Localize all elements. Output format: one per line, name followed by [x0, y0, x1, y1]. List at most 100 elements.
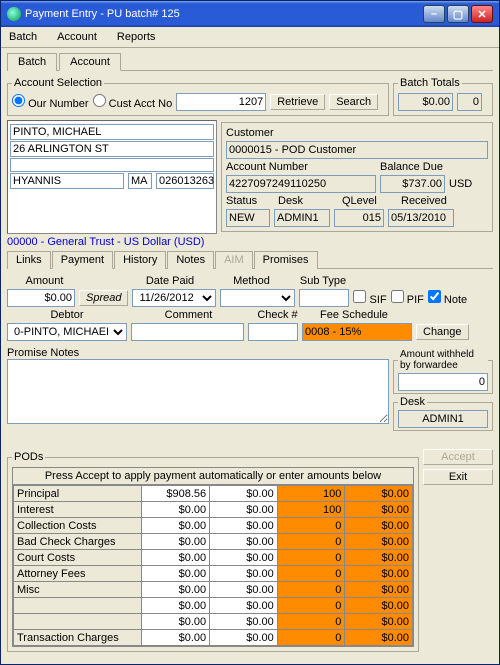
cust-acct-radio[interactable]: Cust Acct No: [93, 94, 173, 110]
withheld-input[interactable]: [398, 373, 488, 391]
tab-account[interactable]: Account: [59, 53, 121, 71]
window-title: Payment Entry - PU batch# 125: [25, 8, 423, 20]
minimize-button[interactable]: –: [423, 5, 445, 23]
pod-c2[interactable]: $0.00: [210, 534, 278, 550]
subtype-input[interactable]: [299, 289, 349, 307]
pod-c3[interactable]: 0: [277, 582, 345, 598]
pod-label: [14, 598, 142, 614]
pod-c3[interactable]: 0: [277, 614, 345, 630]
pod-c4[interactable]: $0.00: [345, 582, 413, 598]
pod-c4[interactable]: $0.00: [345, 534, 413, 550]
subtab-payment[interactable]: Payment: [52, 251, 113, 269]
subtab-history[interactable]: History: [114, 251, 166, 269]
amount-input[interactable]: [7, 289, 75, 307]
pod-c2[interactable]: $0.00: [210, 566, 278, 582]
pod-label: Court Costs: [14, 550, 142, 566]
pod-row: $0.00 $0.00 0 $0.00: [14, 614, 413, 630]
check-input[interactable]: [248, 323, 298, 341]
balance-value: [380, 175, 445, 193]
pod-c2[interactable]: $0.00: [210, 550, 278, 566]
menu-account[interactable]: Account: [53, 29, 101, 45]
amount-label: Amount: [7, 275, 82, 287]
pod-c3[interactable]: 0: [277, 630, 345, 646]
pod-c3[interactable]: 0: [277, 534, 345, 550]
debtor-zip: 026013263: [156, 173, 214, 189]
pod-label: Bad Check Charges: [14, 534, 142, 550]
pod-c3[interactable]: 100: [277, 486, 345, 502]
pod-c1: $0.00: [142, 598, 210, 614]
pod-c2[interactable]: $0.00: [210, 486, 278, 502]
subtab-links[interactable]: Links: [7, 251, 51, 269]
note-check[interactable]: Note: [428, 290, 467, 306]
pod-c4[interactable]: $0.00: [345, 566, 413, 582]
subtab-aim: AIM: [215, 251, 253, 269]
subtype-label: Sub Type: [293, 275, 353, 287]
desk-group-value: [398, 410, 488, 428]
pod-c3[interactable]: 0: [277, 550, 345, 566]
pod-c4[interactable]: $0.00: [345, 630, 413, 646]
menubar: Batch Account Reports: [1, 27, 499, 48]
pod-c4[interactable]: $0.00: [345, 518, 413, 534]
close-button[interactable]: ✕: [471, 5, 493, 23]
account-number-input[interactable]: [176, 93, 266, 111]
withheld-legend: Amount withheld by forwardee: [398, 349, 488, 371]
spread-button[interactable]: Spread: [79, 290, 128, 306]
pod-c2[interactable]: $0.00: [210, 518, 278, 534]
promise-notes-input[interactable]: [7, 359, 389, 424]
pod-c4[interactable]: $0.00: [345, 614, 413, 630]
change-button[interactable]: Change: [416, 324, 469, 340]
pod-c1: $0.00: [142, 502, 210, 518]
batch-totals-group: Batch Totals: [393, 77, 493, 116]
desk-label: Desk: [278, 195, 338, 207]
promise-notes-label: Promise Notes: [7, 347, 389, 359]
debtor-label: Debtor: [7, 309, 127, 321]
exit-button[interactable]: Exit: [423, 469, 493, 485]
pod-row: Interest $0.00 $0.00 100 $0.00: [14, 502, 413, 518]
our-number-radio[interactable]: Our Number: [12, 94, 89, 110]
search-button[interactable]: Search: [329, 94, 378, 110]
pod-c2[interactable]: $0.00: [210, 614, 278, 630]
account-selection-legend: Account Selection: [12, 77, 104, 89]
debtor-select[interactable]: 0-PINTO, MICHAEL: [7, 323, 127, 341]
pod-c3[interactable]: 0: [277, 598, 345, 614]
pod-c4[interactable]: $0.00: [345, 486, 413, 502]
datepaid-select[interactable]: 11/26/2012: [132, 289, 216, 307]
menu-reports[interactable]: Reports: [113, 29, 160, 45]
trust-link[interactable]: 00000 - General Trust - US Dollar (USD): [7, 236, 493, 248]
pod-c4[interactable]: $0.00: [345, 598, 413, 614]
accountnum-value: [226, 175, 376, 193]
pod-c2[interactable]: $0.00: [210, 502, 278, 518]
debtor-line3: [10, 158, 214, 172]
pod-c3[interactable]: 100: [277, 502, 345, 518]
debtor-address-box: PINTO, MICHAEL 26 ARLINGTON ST HYANNIS M…: [7, 120, 217, 234]
pods-header: Press Accept to apply payment automatica…: [13, 468, 413, 485]
comment-input[interactable]: [131, 323, 244, 341]
batch-totals-amount: [398, 93, 453, 111]
accountnum-label: Account Number: [226, 161, 376, 173]
subtab-promises[interactable]: Promises: [254, 251, 318, 269]
maximize-button[interactable]: ▢: [447, 5, 469, 23]
desk-value: [274, 209, 330, 227]
account-selection-group: Account Selection Our Number Cust Acct N…: [7, 77, 389, 116]
debtor-name: PINTO, MICHAEL: [10, 124, 214, 140]
received-label: Received: [401, 195, 447, 207]
pod-c4[interactable]: $0.00: [345, 502, 413, 518]
window: Payment Entry - PU batch# 125 – ▢ ✕ Batc…: [0, 0, 500, 665]
pod-c2[interactable]: $0.00: [210, 582, 278, 598]
pod-c2[interactable]: $0.00: [210, 630, 278, 646]
retrieve-button[interactable]: Retrieve: [270, 94, 325, 110]
menu-batch[interactable]: Batch: [5, 29, 41, 45]
method-select[interactable]: [220, 289, 295, 307]
pod-c3[interactable]: 0: [277, 518, 345, 534]
tab-batch[interactable]: Batch: [7, 53, 57, 71]
titlebar: Payment Entry - PU batch# 125 – ▢ ✕: [1, 1, 499, 27]
pod-c2[interactable]: $0.00: [210, 598, 278, 614]
pod-row: Attorney Fees $0.00 $0.00 0 $0.00: [14, 566, 413, 582]
app-icon: [7, 7, 21, 21]
subtab-notes[interactable]: Notes: [167, 251, 214, 269]
pod-c4[interactable]: $0.00: [345, 550, 413, 566]
pod-c3[interactable]: 0: [277, 566, 345, 582]
pif-check[interactable]: PIF: [391, 290, 424, 306]
desk-group-legend: Desk: [398, 396, 427, 408]
sif-check[interactable]: SIF: [353, 290, 386, 306]
